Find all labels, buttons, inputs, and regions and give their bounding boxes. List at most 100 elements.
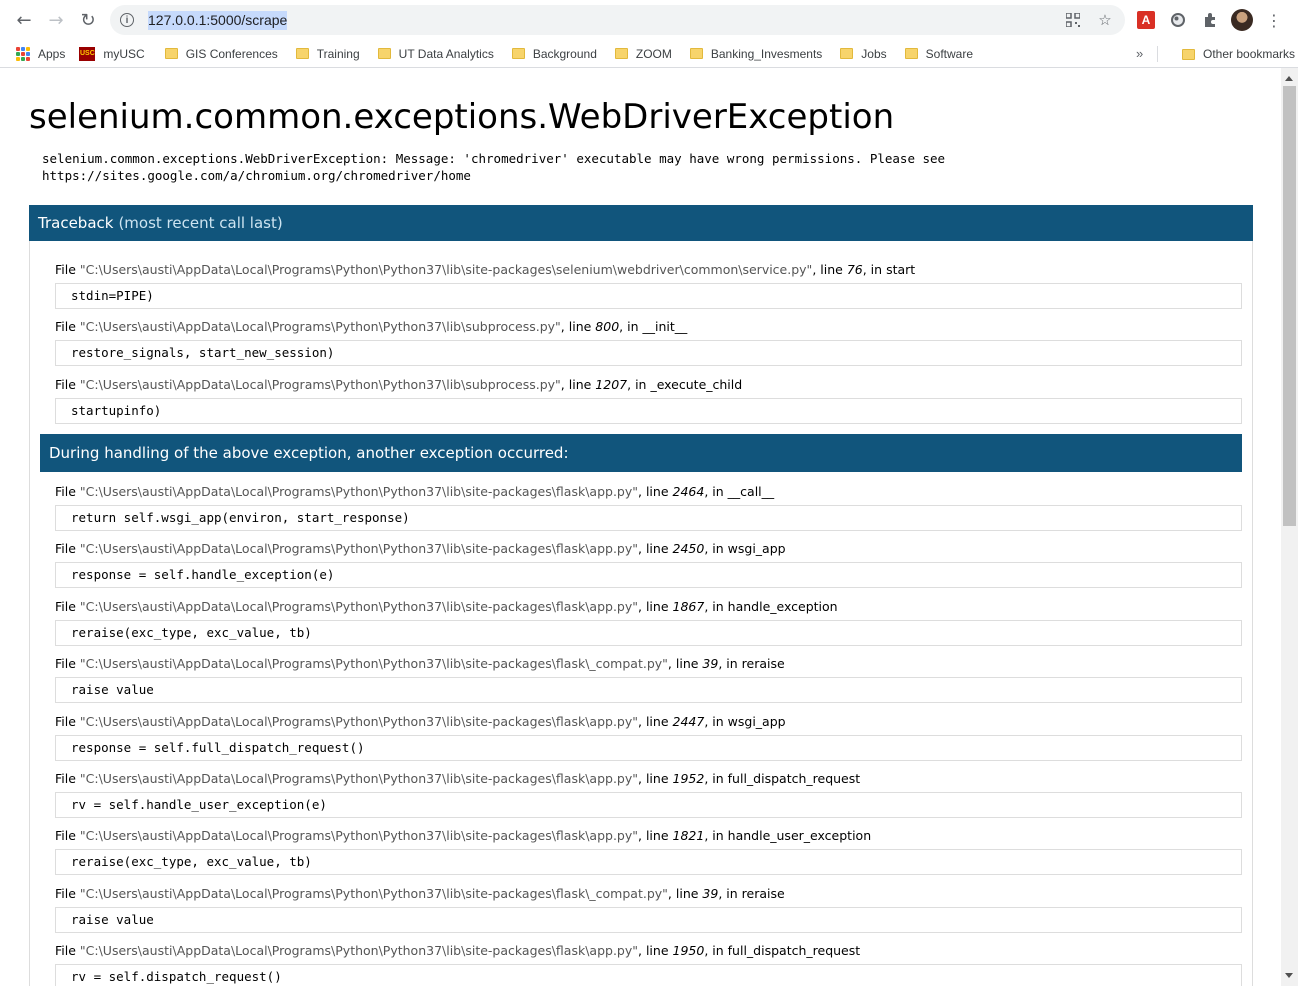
line-keyword: line — [645, 541, 669, 557]
traceback-frame: File "C:\Users\austi\AppData\Local\Progr… — [55, 770, 1242, 818]
frame-location[interactable]: File "C:\Users\austi\AppData\Local\Progr… — [55, 827, 1242, 845]
frame-source-line[interactable]: return self.wsgi_app(environ, start_resp… — [55, 505, 1242, 531]
bookmark-banking-invesments[interactable]: Banking_Invesments — [689, 47, 822, 61]
browser-toolbar: ← → ↻ i 127.0.0.1:5000/scrape ☆ A ⋮ — [0, 0, 1298, 40]
line-keyword: line — [645, 598, 669, 614]
back-arrow-icon[interactable]: ← — [12, 8, 36, 32]
bookmark-ut-data-analytics[interactable]: UT Data Analytics — [377, 47, 494, 61]
page-title: selenium.common.exceptions.WebDriverExce… — [29, 97, 895, 137]
bookmark-label: Background — [532, 46, 597, 61]
more-menu-icon[interactable]: ⋮ — [1262, 8, 1286, 32]
frame-location[interactable]: File "C:\Users\austi\AppData\Local\Progr… — [55, 483, 1242, 501]
traceback-frame: File "C:\Users\austi\AppData\Local\Progr… — [55, 540, 1242, 589]
traceback-frame: File "C:\Users\austi\AppData\Local\Progr… — [55, 942, 1242, 986]
bookmark-label: ZOOM — [635, 46, 672, 61]
frame-file-path: "C:\Users\austi\AppData\Local\Programs\P… — [79, 541, 638, 557]
scrollbar-thumb[interactable] — [1283, 86, 1296, 526]
bookmark-label: Jobs — [861, 46, 887, 61]
extension-circle-icon[interactable] — [1166, 8, 1190, 32]
folder-icon — [511, 48, 525, 59]
file-keyword: File — [55, 828, 76, 844]
frame-source-line[interactable]: rv = self.dispatch_request() — [55, 964, 1242, 986]
folder-icon — [1182, 48, 1195, 60]
frame-location[interactable]: File "C:\Users\austi\AppData\Local\Progr… — [55, 540, 1242, 558]
frame-location[interactable]: File "C:\Users\austi\AppData\Local\Progr… — [55, 770, 1242, 788]
frame-location[interactable]: File "C:\Users\austi\AppData\Local\Progr… — [55, 318, 1242, 336]
bookmark-apps[interactable]: Apps — [16, 46, 66, 61]
acrobat-pdf-icon[interactable]: A — [1134, 8, 1158, 32]
frame-file-path: "C:\Users\austi\AppData\Local\Programs\P… — [79, 943, 638, 959]
file-keyword: File — [55, 262, 76, 277]
file-keyword: File — [55, 319, 76, 335]
frame-location[interactable]: File "C:\Users\austi\AppData\Local\Progr… — [55, 261, 1242, 279]
line-keyword: line — [568, 319, 592, 335]
bookmark-training[interactable]: Training — [295, 47, 360, 61]
folder-icon — [164, 48, 178, 59]
traceback-frame: File "C:\Users\austi\AppData\Local\Progr… — [55, 827, 1242, 876]
bookmarks-overflow-chevron-icon[interactable]: » — [1136, 46, 1143, 61]
traceback-frame: File "C:\Users\austi\AppData\Local\Progr… — [55, 483, 1242, 531]
bookmark-other-bookmarks[interactable]: Other bookmarks — [1182, 40, 1295, 68]
address-bar[interactable]: i 127.0.0.1:5000/scrape ☆ — [110, 5, 1125, 35]
frame-source-line[interactable]: restore_signals, start_new_session) — [55, 340, 1242, 367]
folder-icon — [840, 48, 854, 59]
frame-line-number: 1207 — [595, 376, 628, 392]
frame-location[interactable]: File "C:\Users\austi\AppData\Local\Progr… — [55, 885, 1242, 903]
reload-icon[interactable]: ↻ — [76, 8, 100, 32]
frame-location[interactable]: File "C:\Users\austi\AppData\Local\Progr… — [55, 655, 1242, 673]
frame-location[interactable]: File "C:\Users\austi\AppData\Local\Progr… — [55, 713, 1242, 731]
frame-file-path: "C:\Users\austi\AppData\Local\Programs\P… — [79, 656, 668, 672]
folder-icon — [689, 48, 703, 59]
bookmark-software[interactable]: Software — [904, 47, 973, 61]
url-text[interactable]: 127.0.0.1:5000/scrape — [148, 10, 288, 30]
line-keyword: line — [645, 713, 669, 729]
traceback-frame: File "C:\Users\austi\AppData\Local\Progr… — [55, 318, 1242, 367]
frame-source-line[interactable]: stdin=PIPE) — [55, 283, 1242, 309]
bookmark-zoom[interactable]: ZOOM — [614, 46, 672, 61]
forward-arrow-icon[interactable]: → — [44, 8, 68, 32]
frame-source-line[interactable]: startupinfo) — [55, 397, 1242, 424]
in-keyword: in — [712, 713, 724, 729]
frame-source-line[interactable]: response = self.handle_exception(e) — [55, 562, 1242, 589]
frame-source-line[interactable]: reraise(exc_type, exc_value, tb) — [55, 849, 1242, 876]
frame-line-number: 2447 — [672, 713, 705, 729]
vertical-scrollbar[interactable] — [1281, 68, 1298, 986]
frame-source-line[interactable]: raise value — [55, 906, 1242, 933]
frame-function-name: full_dispatch_request — [727, 771, 861, 786]
bookmark-label: Apps — [38, 46, 66, 61]
bookmark-background[interactable]: Background — [511, 46, 597, 61]
qr-code-icon[interactable] — [1063, 10, 1083, 30]
scroll-up-arrow-icon[interactable] — [1285, 76, 1293, 81]
usc-logo-icon: USC — [79, 46, 96, 61]
bookmark-myusc[interactable]: USC myUSC — [79, 46, 145, 61]
traceback-frame: File "C:\Users\austi\AppData\Local\Progr… — [55, 885, 1242, 933]
frame-source-line[interactable]: reraise(exc_type, exc_value, tb) — [55, 619, 1242, 646]
bookmark-gis-conferences[interactable]: GIS Conferences — [164, 47, 278, 61]
frame-line-number: 39 — [702, 885, 719, 901]
file-keyword: File — [55, 885, 76, 901]
frame-file-path: "C:\Users\austi\AppData\Local\Programs\P… — [79, 713, 638, 729]
frame-line-number: 1952 — [672, 771, 705, 786]
frame-source-line[interactable]: response = self.full_dispatch_request() — [55, 734, 1242, 761]
frame-location[interactable]: File "C:\Users\austi\AppData\Local\Progr… — [55, 598, 1242, 616]
traceback-header: Traceback (most recent call last) — [29, 205, 1253, 241]
profile-avatar[interactable] — [1230, 8, 1254, 32]
in-keyword: in — [712, 771, 724, 786]
file-keyword: File — [55, 771, 76, 786]
frame-function-name: start — [886, 262, 916, 277]
bookmark-star-icon[interactable]: ☆ — [1095, 10, 1115, 30]
site-info-icon[interactable]: i — [120, 13, 134, 27]
frame-location[interactable]: File "C:\Users\austi\AppData\Local\Progr… — [55, 376, 1242, 394]
frame-location[interactable]: File "C:\Users\austi\AppData\Local\Progr… — [55, 942, 1242, 960]
extensions-puzzle-icon[interactable] — [1198, 8, 1222, 32]
frame-source-line[interactable]: raise value — [55, 677, 1242, 704]
folder-icon — [904, 48, 918, 59]
frame-function-name: wsgi_app — [727, 541, 786, 557]
frame-source-line[interactable]: rv = self.handle_user_exception(e) — [55, 792, 1242, 818]
line-keyword: line — [675, 656, 699, 672]
traceback-sublabel: (most recent call last) — [118, 214, 283, 232]
frame-line-number: 2450 — [672, 541, 705, 557]
bookmark-jobs[interactable]: Jobs — [840, 46, 887, 61]
frame-file-path: "C:\Users\austi\AppData\Local\Programs\P… — [79, 771, 638, 786]
scroll-down-arrow-icon[interactable] — [1285, 973, 1293, 978]
